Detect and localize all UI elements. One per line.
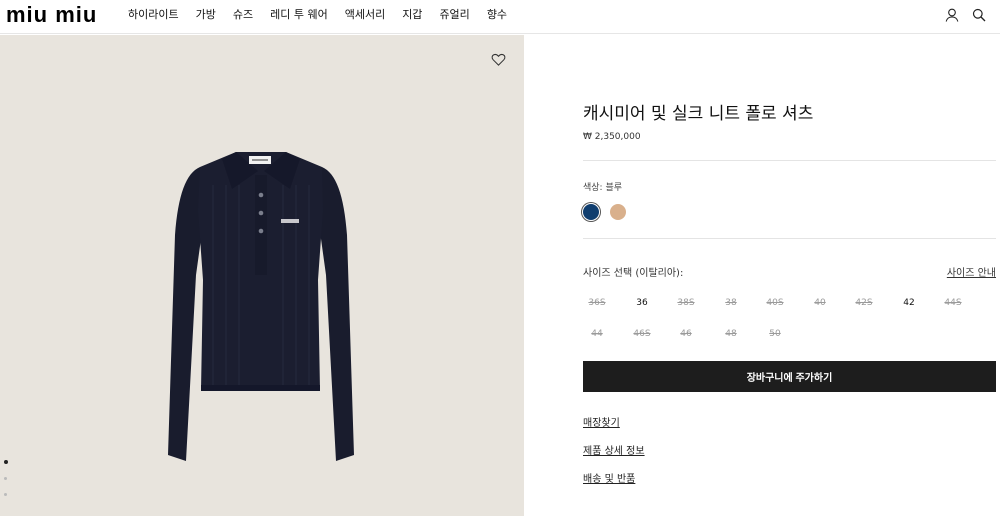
nav-item-highlights[interactable]: 하이라이트 <box>128 9 179 21</box>
size-option-46S[interactable]: 46S <box>628 329 656 339</box>
size-option-40S[interactable]: 40S <box>761 298 789 308</box>
nav-item-ready-to-wear[interactable]: 레디 투 웨어 <box>270 9 328 21</box>
divider <box>583 160 996 161</box>
size-option-44[interactable]: 44 <box>583 329 611 339</box>
gallery-dot-3[interactable] <box>4 493 7 496</box>
size-guide-link[interactable]: 사이즈 안내 <box>947 264 996 279</box>
gallery-pagination <box>4 460 8 509</box>
size-option-38S[interactable]: 38S <box>672 298 700 308</box>
nav-item-wallets[interactable]: 지갑 <box>402 9 422 21</box>
size-option-36[interactable]: 36 <box>628 298 656 308</box>
size-option-48[interactable]: 48 <box>717 329 745 339</box>
color-label: 색상: <box>583 183 603 193</box>
main-nav: 하이라이트 가방 슈즈 레디 투 웨어 액세서리 지갑 쥬얼리 향수 <box>128 9 524 21</box>
color-swatch-beige[interactable] <box>610 204 626 220</box>
product-image-polo-shirt <box>168 152 354 461</box>
size-option-42[interactable]: 42 <box>895 298 923 308</box>
size-option-46[interactable]: 46 <box>672 329 700 339</box>
size-option-38[interactable]: 38 <box>717 298 745 308</box>
size-option-42S[interactable]: 42S <box>850 298 878 308</box>
color-label-row: 색상: 블루 <box>583 180 622 193</box>
store-locator-link[interactable]: 매장찾기 <box>583 414 620 429</box>
shipping-returns-link[interactable]: 배송 및 반품 <box>583 470 635 485</box>
divider <box>583 238 996 239</box>
user-icon[interactable] <box>944 7 960 23</box>
size-select-label: 사이즈 선택 (이탈리아): <box>583 268 684 279</box>
search-icon[interactable] <box>971 7 987 23</box>
gallery-dot-2[interactable] <box>4 477 7 480</box>
nav-item-bags[interactable]: 가방 <box>196 9 216 21</box>
top-header: miu miu 하이라이트 가방 슈즈 레디 투 웨어 액세서리 지갑 쥬얼리 … <box>0 0 1000 34</box>
product-price: ₩ 2,350,000 <box>583 132 641 142</box>
gallery-dot-1[interactable] <box>4 460 8 464</box>
size-option-50[interactable]: 50 <box>761 329 789 339</box>
color-swatch-navy[interactable] <box>583 204 599 220</box>
nav-item-jewelry[interactable]: 쥬얼리 <box>439 9 469 21</box>
product-image-panel[interactable] <box>0 35 524 516</box>
brand-logo[interactable]: miu miu <box>6 4 97 26</box>
add-to-cart-button[interactable]: 장바구니에 주가하기 <box>583 361 996 392</box>
product-title: 캐시미어 및 실크 니트 폴로 셔츠 <box>583 104 814 124</box>
nav-item-fragrance[interactable]: 향수 <box>487 9 507 21</box>
size-option-36S[interactable]: 36S <box>583 298 611 308</box>
wishlist-heart-icon[interactable] <box>491 52 506 67</box>
size-option-44S[interactable]: 44S <box>939 298 967 308</box>
nav-item-accessories[interactable]: 액세서리 <box>345 9 385 21</box>
size-option-40[interactable]: 40 <box>806 298 834 308</box>
nav-item-shoes[interactable]: 슈즈 <box>233 9 253 21</box>
product-details-link[interactable]: 제품 상세 정보 <box>583 442 645 457</box>
color-value: 블루 <box>605 183 623 193</box>
